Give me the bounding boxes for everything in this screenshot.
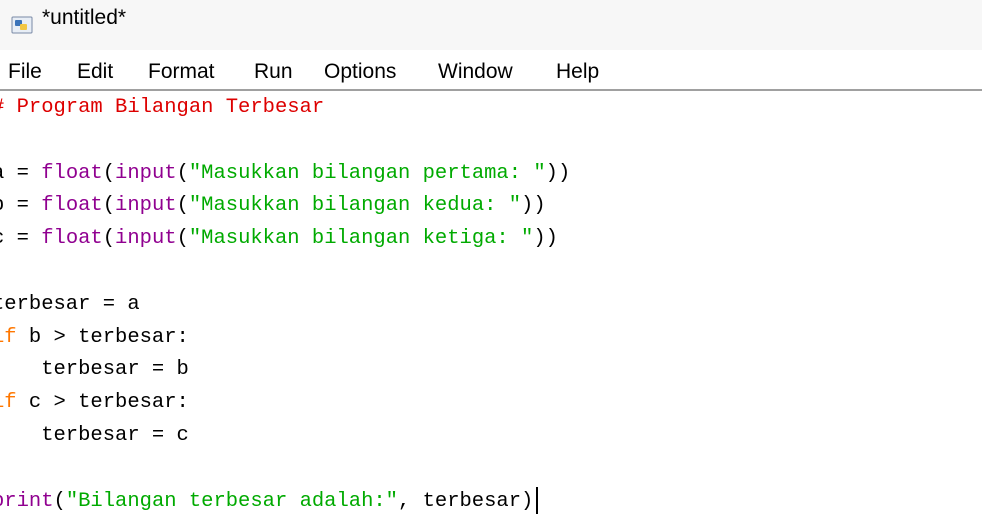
code-token-plain: ( (176, 227, 189, 251)
code-line[interactable]: if c > terbesar: (0, 388, 189, 418)
code-token-plain: ( (176, 194, 189, 218)
code-line[interactable]: a = float(input("Masukkan bilangan perta… (0, 159, 570, 189)
code-token-plain: terbesar = a (0, 292, 140, 316)
code-token-plain: terbesar = c (0, 424, 189, 447)
code-token-plain: )) (533, 227, 558, 251)
code-line[interactable]: terbesar = c (0, 421, 189, 451)
menu-format[interactable]: Format (148, 60, 215, 84)
code-token-plain: b > terbesar: (16, 325, 189, 349)
code-token-plain: )) (545, 161, 571, 185)
code-token-plain: c > terbesar: (16, 391, 189, 415)
code-token-builtin: input (115, 161, 177, 185)
code-token-keyword: if (0, 325, 17, 349)
code-token-builtin: float (41, 161, 103, 185)
code-token-plain: , terbesar) (397, 489, 534, 513)
python-idle-icon (11, 16, 33, 34)
code-token-plain: ( (102, 227, 116, 251)
text-cursor (536, 486, 539, 514)
code-token-plain: c = (0, 227, 29, 251)
code-token-plain: ( (102, 194, 116, 218)
code-token-builtin: float (41, 194, 103, 218)
code-token-string: "Masukkan bilangan ketiga: " (188, 227, 534, 251)
code-token-plain: ( (53, 489, 66, 513)
code-line[interactable]: print("Bilangan terbesar adalah:", terbe… (0, 486, 539, 514)
code-token-string: "Bilangan terbesar adalah:" (65, 489, 398, 513)
code-line[interactable]: terbesar = a (0, 290, 140, 320)
code-token-plain: )) (521, 194, 546, 218)
title-bar: *untitled* (0, 0, 982, 50)
code-token-plain: terbesar = b (0, 358, 189, 382)
code-token-builtin: print (0, 489, 54, 513)
menu-options[interactable]: Options (324, 60, 396, 84)
code-line[interactable]: terbesar = b (0, 355, 189, 385)
code-token-builtin: float (41, 227, 103, 251)
code-token-builtin: input (115, 194, 177, 218)
code-token-plain: a = (0, 161, 29, 185)
menu-file[interactable]: File (8, 60, 42, 84)
window-title: *untitled* (42, 6, 127, 29)
menu-help[interactable]: Help (556, 60, 599, 84)
code-token-string: "Masukkan bilangan pertama: " (188, 161, 546, 185)
code-token-string: "Masukkan bilangan kedua: " (188, 194, 522, 218)
menu-run[interactable]: Run (254, 60, 293, 84)
code-line[interactable]: c = float(input("Masukkan bilangan ketig… (0, 224, 558, 254)
code-token-plain: b = (0, 194, 29, 218)
code-line[interactable]: # Program Bilangan Terbesar (0, 93, 324, 123)
menu-window[interactable]: Window (438, 60, 513, 84)
code-token-keyword: if (0, 391, 17, 415)
code-token-comment: # Program Bilangan Terbesar (0, 96, 325, 119)
menu-edit[interactable]: Edit (77, 60, 113, 84)
code-line[interactable]: if b > terbesar: (0, 323, 189, 353)
code-token-plain: ( (176, 161, 189, 185)
code-editor[interactable]: # Program Bilangan Terbesara = float(inp… (0, 91, 982, 514)
code-line[interactable]: b = float(input("Masukkan bilangan kedua… (0, 191, 546, 221)
menu-bar: File Edit Format Run Options Window Help (0, 50, 982, 91)
code-token-plain: ( (102, 161, 116, 185)
code-token-builtin: input (115, 227, 177, 251)
